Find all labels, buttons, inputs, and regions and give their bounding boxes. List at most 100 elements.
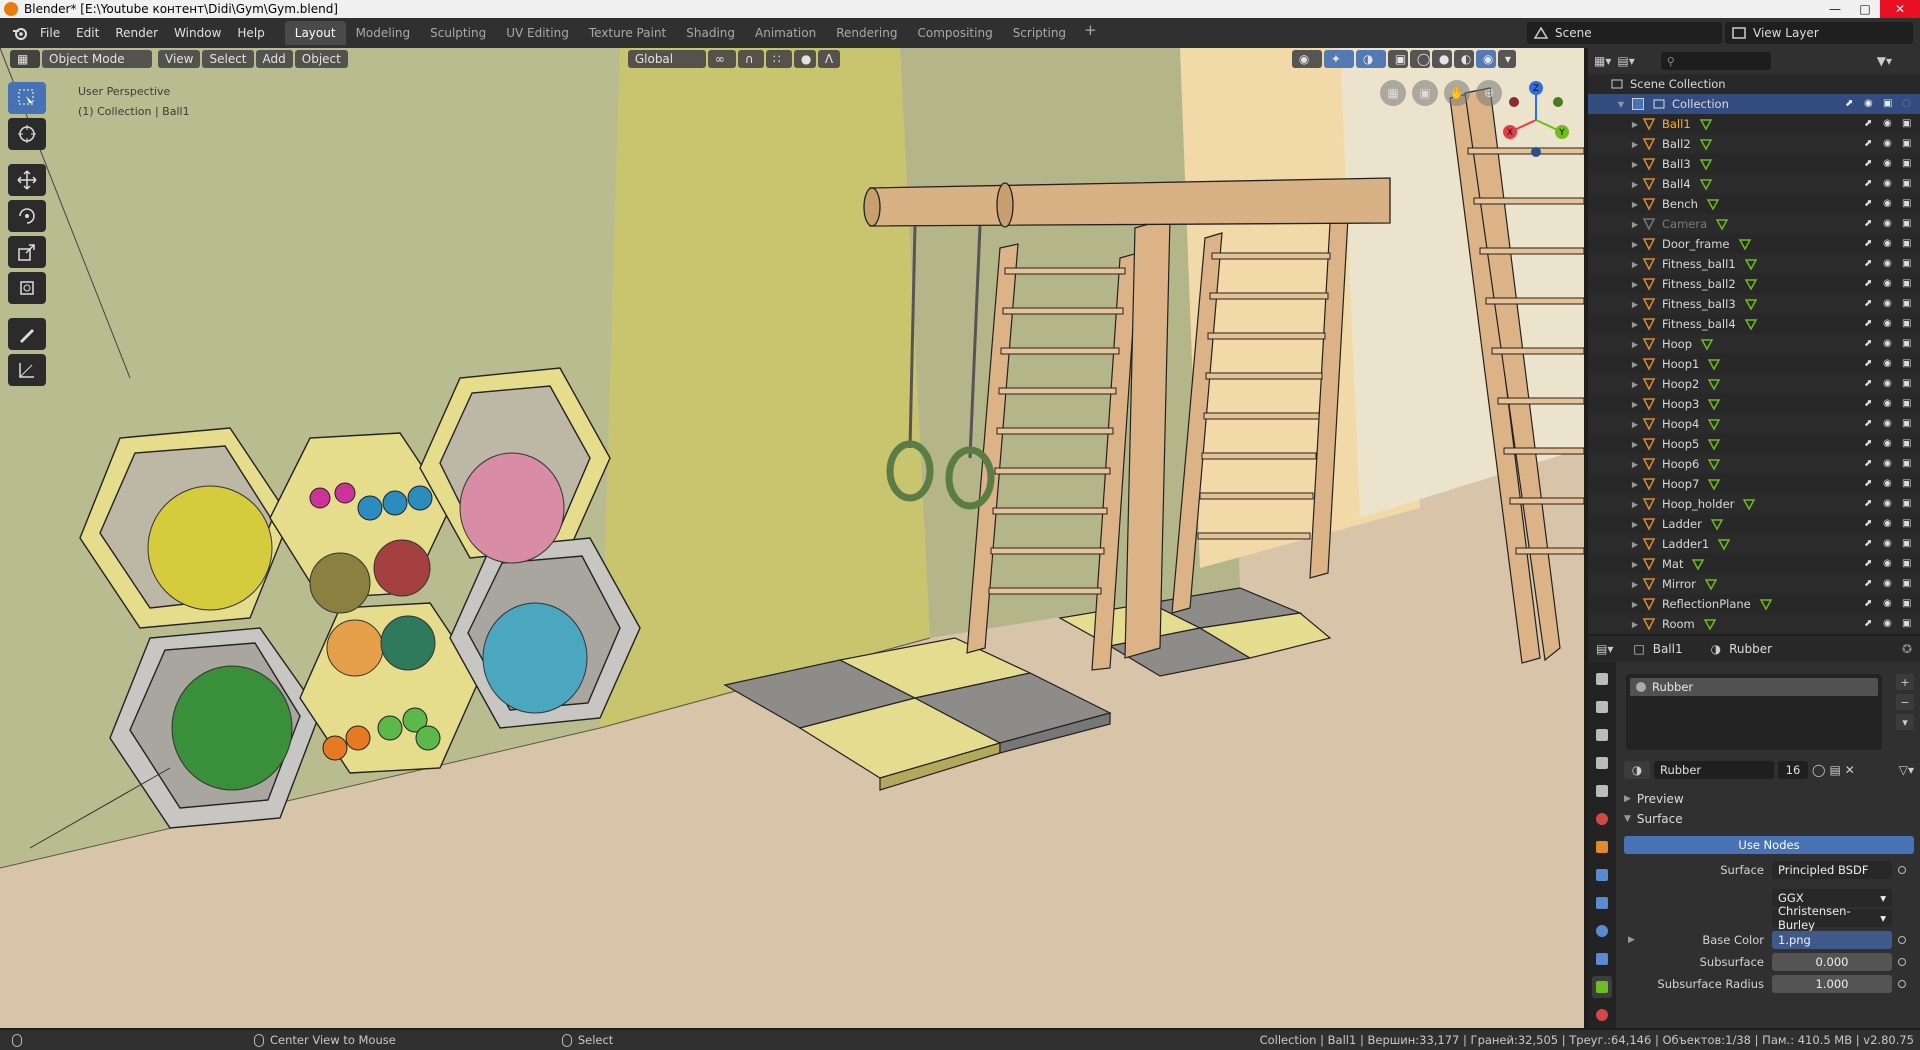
menu-object[interactable]: Object bbox=[294, 50, 348, 68]
mesh-data-icon[interactable] bbox=[1759, 597, 1773, 611]
rotate-tool-icon[interactable] bbox=[8, 200, 46, 232]
expand-arrow-icon[interactable]: ▶ bbox=[1630, 220, 1640, 229]
subsurface-field[interactable]: 0.000 bbox=[1772, 953, 1892, 971]
socket-icon[interactable] bbox=[1898, 936, 1906, 944]
maximize-button[interactable]: □ bbox=[1850, 0, 1880, 18]
mesh-data-icon[interactable] bbox=[1707, 417, 1721, 431]
selectable-icon[interactable]: ⬈ bbox=[1864, 258, 1876, 270]
expand-arrow-icon[interactable]: ▶ bbox=[1630, 300, 1640, 309]
expand-arrow-icon[interactable]: ▶ bbox=[1630, 240, 1640, 249]
eye-icon[interactable]: ◉ bbox=[1883, 158, 1895, 170]
eye-icon[interactable]: ◉ bbox=[1883, 578, 1895, 590]
socket-icon[interactable] bbox=[1898, 866, 1906, 874]
physics-tab-icon[interactable] bbox=[1592, 920, 1612, 942]
subsurface-method-dropdown[interactable]: Christensen-Burley ▾ bbox=[1772, 904, 1892, 932]
eye-icon[interactable]: ◉ bbox=[1883, 278, 1895, 290]
filter-icon[interactable]: ▼▾ bbox=[1877, 54, 1892, 68]
mesh-data-icon[interactable] bbox=[1699, 117, 1713, 131]
outliner-item[interactable]: ▶ Hoop3 ⬈ ◉ ▣ bbox=[1588, 394, 1920, 414]
expand-arrow-icon[interactable]: ▶ bbox=[1630, 320, 1640, 329]
object-tab-icon[interactable] bbox=[1592, 836, 1612, 858]
pin-icon[interactable]: ✪ bbox=[1902, 642, 1912, 656]
tab-scripting[interactable]: Scripting bbox=[1003, 21, 1076, 45]
base-color-expand-icon[interactable]: ▶ bbox=[1628, 935, 1635, 945]
outliner-item[interactable]: ▶ ReflectionPlane ⬈ ◉ ▣ bbox=[1588, 594, 1920, 614]
view-layer-selector[interactable]: View Layer bbox=[1725, 22, 1913, 44]
render-icon[interactable]: ▣ bbox=[1902, 398, 1914, 410]
collection-row[interactable]: ▼ Collection ⬈ ◉ ▣ ○ bbox=[1588, 94, 1920, 114]
eye-icon[interactable]: ◉ bbox=[1883, 318, 1895, 330]
fake-user-icon[interactable]: ◯ bbox=[1812, 763, 1825, 777]
render-icon[interactable]: ▣ bbox=[1902, 518, 1914, 530]
expand-arrow-icon[interactable]: ▶ bbox=[1630, 340, 1640, 349]
mesh-data-icon[interactable] bbox=[1744, 277, 1758, 291]
selectable-icon[interactable]: ⬈ bbox=[1864, 498, 1876, 510]
link-type-icon[interactable]: ▽▾ bbox=[1899, 763, 1914, 777]
exclude-icon[interactable]: ○ bbox=[1902, 98, 1914, 110]
cursor-tool-icon[interactable] bbox=[8, 118, 46, 150]
selectable-icon[interactable]: ⬈ bbox=[1864, 138, 1876, 150]
selectable-icon[interactable]: ⬈ bbox=[1845, 98, 1857, 110]
3d-viewport[interactable]: ▦ Object Mode View Select Add Object Glo… bbox=[0, 48, 1584, 1028]
eye-icon[interactable]: ◉ bbox=[1883, 478, 1895, 490]
selectable-icon[interactable]: ⬈ bbox=[1864, 278, 1876, 290]
expand-arrow-icon[interactable]: ▶ bbox=[1630, 620, 1640, 629]
expand-arrow-icon[interactable]: ▶ bbox=[1630, 180, 1640, 189]
rendered-shading-icon[interactable]: ◉ bbox=[1475, 50, 1496, 68]
eye-icon[interactable]: ◉ bbox=[1883, 358, 1895, 370]
render-icon[interactable]: ▣ bbox=[1902, 598, 1914, 610]
tab-modeling[interactable]: Modeling bbox=[346, 21, 421, 45]
outliner-item[interactable]: ▶ Hoop ⬈ ◉ ▣ bbox=[1588, 334, 1920, 354]
pivot-icon[interactable]: ∞ bbox=[707, 50, 736, 68]
unlink-material-icon[interactable]: ✕ bbox=[1845, 763, 1855, 777]
menu-render[interactable]: Render bbox=[107, 22, 166, 44]
mesh-data-icon[interactable] bbox=[1699, 137, 1713, 151]
snap-icon[interactable]: ∩ bbox=[737, 50, 764, 68]
expand-arrow-icon[interactable]: ▶ bbox=[1630, 560, 1640, 569]
tool-tab-icon[interactable] bbox=[1592, 668, 1612, 690]
eye-icon[interactable]: ◉ bbox=[1883, 198, 1895, 210]
outliner-editor-icon[interactable]: ▦▾ bbox=[1594, 54, 1611, 68]
eye-icon[interactable]: ◉ bbox=[1883, 118, 1895, 130]
selectable-icon[interactable]: ⬈ bbox=[1864, 438, 1876, 450]
material-tab-icon[interactable] bbox=[1592, 1004, 1612, 1026]
outliner-item[interactable]: ▶ Bench ⬈ ◉ ▣ bbox=[1588, 194, 1920, 214]
render-icon[interactable]: ▣ bbox=[1902, 438, 1914, 450]
selectable-icon[interactable]: ⬈ bbox=[1864, 238, 1876, 250]
material-slot-item[interactable]: Rubber bbox=[1630, 678, 1878, 696]
mesh-data-icon[interactable] bbox=[1715, 217, 1729, 231]
outliner-item[interactable]: ▶ Fitness_ball2 ⬈ ◉ ▣ bbox=[1588, 274, 1920, 294]
menu-file[interactable]: File bbox=[32, 22, 68, 44]
expand-arrow-icon[interactable]: ▶ bbox=[1630, 540, 1640, 549]
outliner-item[interactable]: ▶ Door_frame ⬈ ◉ ▣ bbox=[1588, 234, 1920, 254]
outliner-item[interactable]: ▶ Hoop2 ⬈ ◉ ▣ bbox=[1588, 374, 1920, 394]
menu-window[interactable]: Window bbox=[166, 22, 229, 44]
render-icon[interactable]: ▣ bbox=[1902, 478, 1914, 490]
toggle-camera-grid-icon[interactable]: ▦ bbox=[1380, 80, 1406, 106]
expand-arrow-icon[interactable]: ▶ bbox=[1630, 520, 1640, 529]
tab-layout[interactable]: Layout bbox=[284, 21, 346, 45]
expand-arrow-icon[interactable]: ▶ bbox=[1630, 420, 1640, 429]
pan-hand-icon[interactable]: ✋ bbox=[1444, 80, 1470, 106]
expand-arrow-icon[interactable]: ▶ bbox=[1630, 440, 1640, 449]
world-tab-icon[interactable] bbox=[1592, 808, 1612, 830]
selectable-icon[interactable]: ⬈ bbox=[1864, 458, 1876, 470]
render-icon[interactable]: ▣ bbox=[1902, 218, 1914, 230]
subsurface-radius-field[interactable]: 1.000 bbox=[1772, 975, 1892, 993]
outliner-item[interactable]: ▶ Mirror ⬈ ◉ ▣ bbox=[1588, 574, 1920, 594]
expand-arrow-icon[interactable]: ▶ bbox=[1630, 280, 1640, 289]
expand-arrow-icon[interactable]: ▶ bbox=[1630, 480, 1640, 489]
wireframe-shading-icon[interactable]: ◯ bbox=[1409, 50, 1430, 68]
mesh-data-tab-icon[interactable] bbox=[1592, 976, 1612, 998]
mesh-data-icon[interactable] bbox=[1717, 537, 1731, 551]
eye-icon[interactable]: ◉ bbox=[1883, 558, 1895, 570]
render-icon[interactable]: ▣ bbox=[1902, 498, 1914, 510]
eye-icon[interactable]: ◉ bbox=[1883, 398, 1895, 410]
outliner-item[interactable]: ▶ Fitness_ball4 ⬈ ◉ ▣ bbox=[1588, 314, 1920, 334]
outliner-item[interactable]: ▶ Hoop_holder ⬈ ◉ ▣ bbox=[1588, 494, 1920, 514]
eye-icon[interactable]: ◉ bbox=[1883, 418, 1895, 430]
render-icon[interactable]: ▣ bbox=[1902, 338, 1914, 350]
outliner-item[interactable]: ▶ Hoop6 ⬈ ◉ ▣ bbox=[1588, 454, 1920, 474]
eye-icon[interactable]: ◉ bbox=[1883, 378, 1895, 390]
outliner-item[interactable]: ▶ Ladder1 ⬈ ◉ ▣ bbox=[1588, 534, 1920, 554]
